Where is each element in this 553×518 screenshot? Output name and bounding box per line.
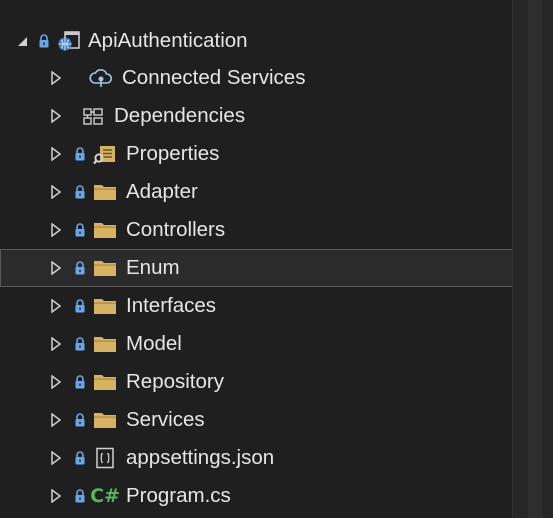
tree-item-label: Repository [126, 370, 224, 393]
folder-icon [92, 409, 118, 431]
connected-services-icon [88, 67, 114, 89]
cut-off-row: ··· ·········· ··· ········· [0, 0, 512, 8]
collapsed-arrow-icon[interactable] [48, 413, 64, 427]
lock-icon [72, 450, 88, 466]
tree-item-label: Controllers [126, 218, 226, 241]
tree-item-interfaces[interactable]: Interfaces [0, 287, 512, 325]
json-file-icon [92, 447, 118, 469]
tree-item-properties[interactable]: Properties [0, 135, 512, 173]
collapsed-arrow-icon[interactable] [48, 109, 64, 123]
collapsed-arrow-icon[interactable] [48, 451, 64, 465]
tree-item-appsettings-json[interactable]: appsettings.json [0, 439, 512, 477]
folder-icon [92, 181, 118, 203]
csharp-file-icon: C# [90, 485, 120, 507]
lock-icon [72, 146, 88, 162]
dependencies-icon [80, 105, 106, 127]
collapsed-arrow-icon[interactable] [48, 185, 64, 199]
tree-item-label: Program.cs [126, 484, 231, 507]
folder-icon [92, 219, 118, 241]
collapsed-arrow-icon[interactable] [48, 147, 64, 161]
tree-item-label: Connected Services [122, 66, 306, 89]
tree-item-program-cs[interactable]: C# Program.cs [0, 477, 512, 515]
properties-icon [92, 143, 118, 165]
tree-item-label: Enum [126, 256, 180, 279]
tree-item-label: ApiAuthentication [88, 29, 248, 52]
collapsed-arrow-icon[interactable] [48, 375, 64, 389]
lock-icon [72, 488, 88, 504]
tree-item-label: appsettings.json [126, 446, 275, 469]
collapsed-arrow-icon[interactable] [48, 337, 64, 351]
scrollbar-thumb[interactable] [528, 0, 542, 518]
lock-icon [72, 374, 88, 390]
folder-icon [92, 295, 118, 317]
tree-item-enum[interactable]: Enum [0, 249, 512, 287]
tree-item-label: Properties [126, 142, 220, 165]
solution-explorer-tree: ··· ·········· ··· ········· ApiAuthenti… [0, 0, 512, 518]
lock-icon [72, 336, 88, 352]
folder-icon [92, 333, 118, 355]
lock-icon [72, 222, 88, 238]
tree-item-apiauthentication[interactable]: ApiAuthentication [0, 22, 512, 60]
lock-icon [72, 260, 88, 276]
folder-icon [92, 371, 118, 393]
collapsed-arrow-icon[interactable] [48, 489, 64, 503]
expanded-arrow-icon[interactable] [14, 35, 30, 47]
collapsed-arrow-icon[interactable] [48, 71, 64, 85]
web-project-icon [56, 30, 82, 52]
tree-item-label: Interfaces [126, 294, 217, 317]
tree-item-label: Dependencies [114, 104, 246, 127]
tree-item-adapter[interactable]: Adapter [0, 173, 512, 211]
tree-item-connected-services[interactable]: Connected Services [0, 59, 512, 97]
tree-item-label: Model [126, 332, 182, 355]
lock-icon [72, 184, 88, 200]
tree-item-label: Adapter [126, 180, 198, 203]
lock-icon [36, 33, 52, 49]
tree-item-model[interactable]: Model [0, 325, 512, 363]
lock-icon [72, 412, 88, 428]
lock-icon [72, 298, 88, 314]
folder-icon [92, 257, 118, 279]
tree-item-repository[interactable]: Repository [0, 363, 512, 401]
collapsed-arrow-icon[interactable] [48, 299, 64, 313]
collapsed-arrow-icon[interactable] [48, 223, 64, 237]
tree-item-dependencies[interactable]: Dependencies [0, 97, 512, 135]
tree-item-services[interactable]: Services [0, 401, 512, 439]
collapsed-arrow-icon[interactable] [48, 261, 64, 275]
tree-item-label: Services [126, 408, 205, 431]
tree-item-controllers[interactable]: Controllers [0, 211, 512, 249]
